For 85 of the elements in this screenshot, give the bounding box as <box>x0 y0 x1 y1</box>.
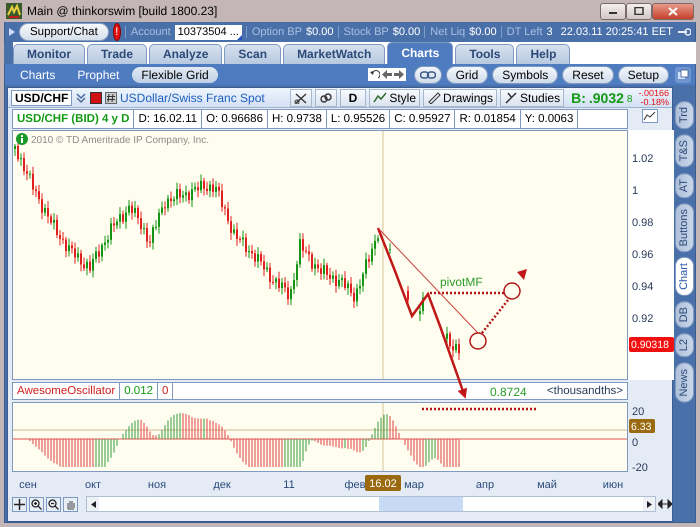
side-tab[interactable]: Trd <box>675 101 694 130</box>
field-value: $0.00 <box>469 26 497 38</box>
ohlc-value: H: 0.9738 <box>268 110 327 128</box>
side-tab[interactable]: News <box>675 362 694 402</box>
field-label: Stock BP <box>338 26 389 38</box>
price-axis-label: 0.98 <box>632 217 654 229</box>
nav-tab[interactable]: Trade <box>87 44 148 64</box>
pivot-label: pivotMF <box>440 275 483 289</box>
time-axis-label: 11 <box>283 479 295 491</box>
time-axis-label: ноя <box>148 479 166 491</box>
target-price-label: 0.8724 <box>490 385 527 399</box>
copyright-text: 2010 © TD Ameritrade IP Company, Inc. <box>31 135 210 146</box>
toolbar-button[interactable]: Setup <box>618 66 669 84</box>
sub-tab[interactable]: Charts <box>11 66 64 82</box>
time-axis-label: фев <box>344 479 366 491</box>
time-axis-label: окт <box>84 479 102 491</box>
oscillator-axis-label: -20 <box>632 462 648 472</box>
price-axis-label: 0.92 <box>632 313 654 325</box>
ohlc-value: O: 0.96686 <box>202 110 268 128</box>
price-axis-label: 0.94 <box>632 281 654 293</box>
price-axis-label: 1.02 <box>632 153 654 165</box>
tool-button[interactable]: Drawings <box>423 88 498 106</box>
bid-last-digit: 8 <box>626 94 632 105</box>
price-change: -.00166 <box>638 88 669 98</box>
sub-tab[interactable]: Flexible Grid <box>132 66 218 82</box>
oscillator-axis-label: 20 <box>632 406 644 418</box>
study-value: 0 <box>158 383 174 399</box>
units-label: <thousandths> <box>546 384 624 399</box>
aggregation-button[interactable]: D <box>340 88 366 106</box>
chart-title: USD/CHF (BID) 4 y D <box>13 110 134 128</box>
time-axis-label: сен <box>19 479 37 491</box>
nav-tab[interactable]: MarketWatch <box>283 44 386 64</box>
nav-tab[interactable]: Scan <box>224 44 282 64</box>
price-badge: 0.90318 <box>629 337 674 352</box>
time-axis-label: июн <box>602 479 624 491</box>
side-tab[interactable]: DB <box>675 300 694 328</box>
tool-button[interactable]: Studies <box>500 88 564 106</box>
date-time: 22.03.11 20:25:41 EET <box>560 26 673 38</box>
tool-button[interactable]: Style <box>369 88 420 106</box>
nav-tab[interactable]: Help <box>516 44 570 64</box>
field-value: 3 <box>546 26 553 38</box>
oscillator-badge: 6.33 <box>629 419 655 433</box>
support-chat-button[interactable]: Support/Chat <box>19 23 109 41</box>
study-value: 0.012 <box>120 383 158 399</box>
toolbar-button[interactable]: Grid <box>446 66 488 84</box>
side-tab[interactable]: T&S <box>675 134 694 168</box>
percent-change: -0.18% <box>640 98 669 106</box>
side-tab[interactable]: Chart <box>675 257 694 296</box>
nav-tab[interactable]: Tools <box>455 44 514 64</box>
field-label: Net Liq <box>424 26 466 38</box>
ohlc-value: D: 16.02.11 <box>134 110 202 128</box>
ohlc-value: R: 0.01854 <box>455 110 521 128</box>
field-label: Option BP <box>246 26 302 38</box>
field-value: $0.00 <box>392 26 420 38</box>
field-label: DT Left <box>500 26 543 38</box>
side-tab[interactable]: L2 <box>675 333 694 358</box>
window-title: Main @ thinkorswim [build 1800.23] <box>27 4 218 18</box>
nav-tab[interactable]: Charts <box>387 42 454 64</box>
ohlc-value: L: 0.95526 <box>326 110 390 128</box>
account-field[interactable]: 10373504 ... <box>174 24 242 40</box>
symbol-description[interactable]: USDollar/Swiss Franc Spot <box>120 90 287 104</box>
toolbar-button[interactable]: Symbols <box>492 66 558 84</box>
study-name: AwesomeOscillator <box>13 383 120 399</box>
time-axis-label: дек <box>213 479 231 491</box>
account-label: Account <box>124 26 171 38</box>
nav-tab[interactable]: Monitor <box>13 44 85 64</box>
sub-tab[interactable]: Prophet <box>68 66 128 82</box>
time-axis-label: апр <box>476 479 494 491</box>
bid-price: .9032 <box>588 90 624 106</box>
field-value: $0.00 <box>306 26 334 38</box>
date-badge: 16.02 <box>365 475 401 491</box>
price-axis-label: 1 <box>632 185 638 197</box>
ohlc-value: Y: 0.0063 <box>520 110 578 128</box>
ohlc-value: C: 0.95927 <box>390 110 456 128</box>
toolbar-button[interactable]: Reset <box>562 66 614 84</box>
time-axis-label: мар <box>404 479 424 491</box>
alert-badge[interactable]: ! <box>112 23 121 41</box>
time-axis-label: май <box>537 479 557 491</box>
price-axis-label: 0.96 <box>632 249 654 261</box>
symbol-field[interactable]: USD/CHF <box>11 90 72 106</box>
nav-tab[interactable]: Analyze <box>149 44 222 64</box>
bid-label: B: <box>571 90 586 106</box>
side-tab[interactable]: AT <box>675 172 694 198</box>
side-tab[interactable]: Buttons <box>675 202 694 252</box>
oscillator-axis-label: 0 <box>632 437 638 449</box>
